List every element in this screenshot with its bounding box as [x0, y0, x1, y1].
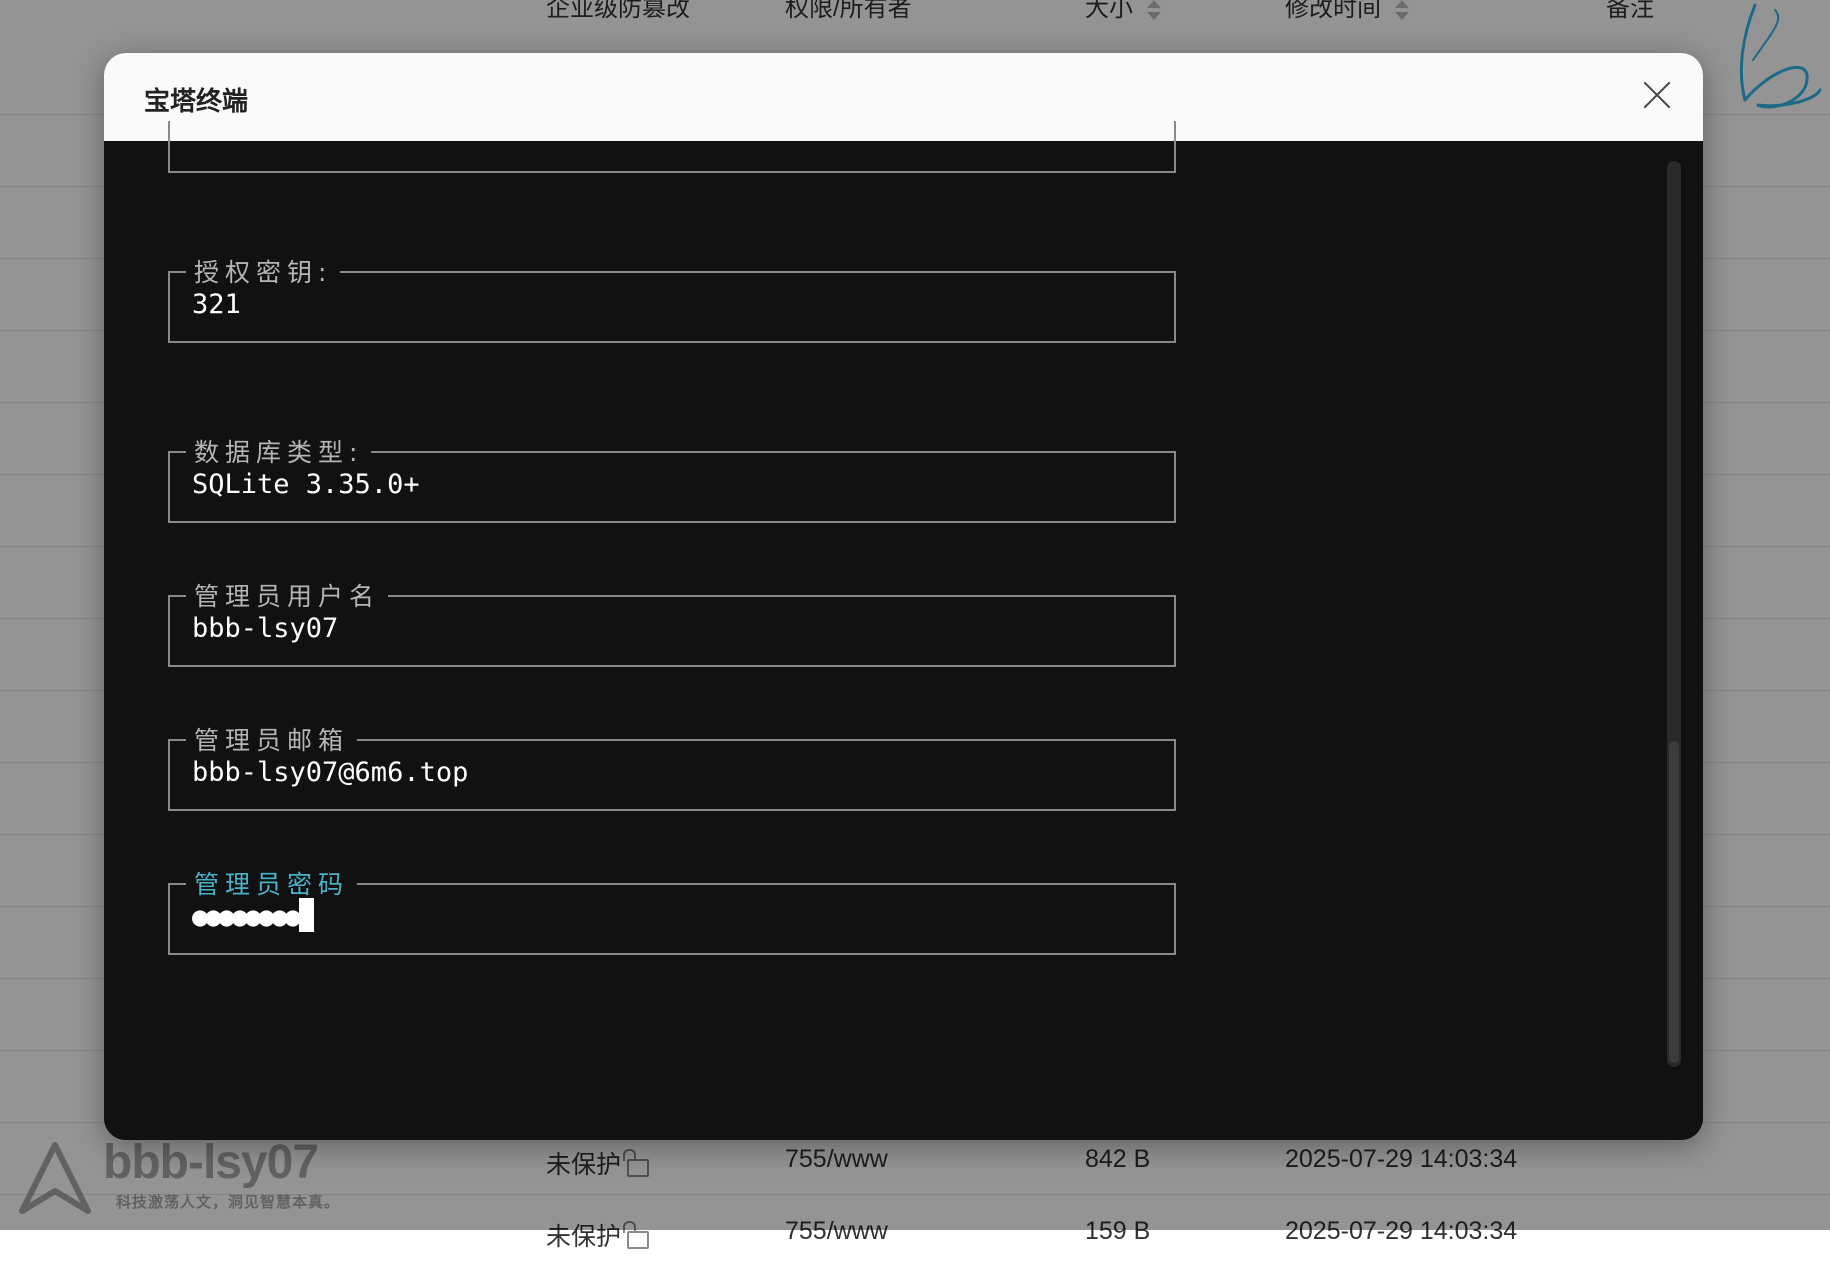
field-label: 数据库类型: [186, 433, 372, 469]
watermark: bbb-lsy07 科技激荡人文，洞见智慧本真。 [18, 1135, 358, 1225]
password-mask: ●●●●●●●● [192, 901, 301, 933]
field-label: 管理员用户名 [186, 577, 389, 613]
terminal-modal: 宝塔终端 授权密钥: 321 数据库类型: SQLite 3.35.0+ 管理员… [104, 53, 1703, 1140]
watermark-logo-icon [19, 1142, 91, 1214]
field-value: 321 [192, 289, 241, 320]
field-label: 管理员密码 [186, 865, 358, 901]
field-license-key: 授权密钥: 321 [168, 253, 1176, 343]
field-label: 授权密钥: [186, 253, 341, 289]
watermark-name: bbb-lsy07 [103, 1136, 319, 1189]
field-admin-username: 管理员用户名 bbb-lsy07 [168, 577, 1176, 667]
scrollbar-thumb[interactable] [1669, 741, 1679, 1063]
field-database-type: 数据库类型: SQLite 3.35.0+ [168, 433, 1176, 523]
watermark-slogan: 科技激荡人文，洞见智慧本真。 [116, 1194, 341, 1211]
field-label: 管理员邮箱 [186, 721, 358, 757]
terminal-area[interactable]: 授权密钥: 321 数据库类型: SQLite 3.35.0+ 管理员用户名 b… [104, 121, 1703, 1140]
text-cursor [299, 898, 315, 932]
field-value: bbb-lsy07@6m6.top [192, 757, 469, 788]
unlock-icon[interactable] [623, 1221, 650, 1249]
field-value: bbb-lsy07 [192, 613, 339, 644]
close-icon[interactable] [1641, 79, 1673, 111]
field-admin-email: 管理员邮箱 bbb-lsy07@6m6.top [168, 721, 1176, 811]
modal-title: 宝塔终端 [144, 86, 249, 116]
password-input[interactable]: ●●●●●●●● [192, 898, 315, 935]
field-admin-password[interactable]: 管理员密码 ●●●●●●●● [168, 865, 1176, 955]
signature-logo [1739, 3, 1822, 109]
previous-field [168, 121, 1176, 173]
field-value: SQLite 3.35.0+ [192, 469, 420, 500]
